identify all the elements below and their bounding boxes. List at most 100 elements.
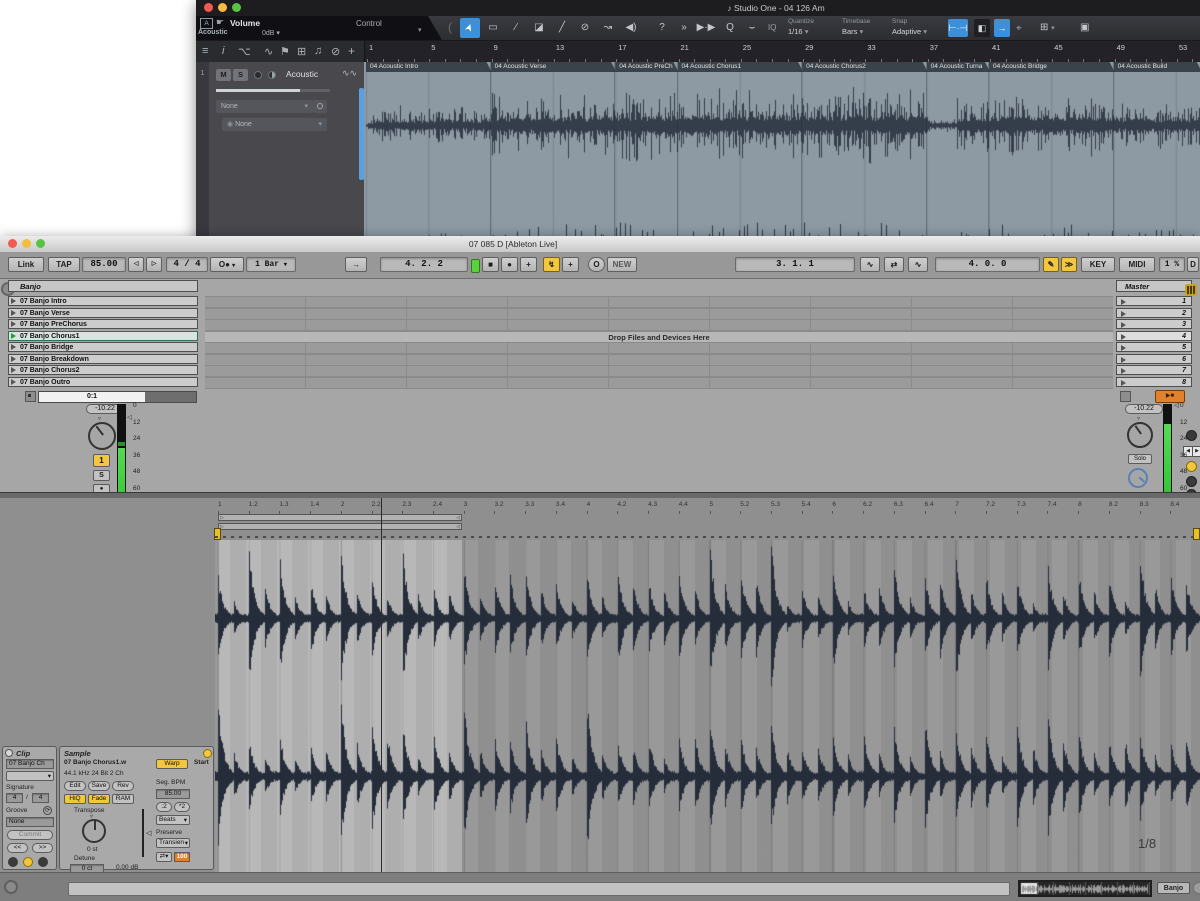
- sample-panel-toggle[interactable]: [23, 857, 33, 867]
- clip-play-icon[interactable]: [11, 379, 16, 385]
- start-end-brace[interactable]: ▷ ◁: [218, 523, 462, 530]
- input-select[interactable]: None▾: [216, 100, 313, 113]
- loop-button[interactable]: ⇄: [884, 257, 904, 272]
- quantization-menu[interactable]: 1 Bar ▾: [246, 257, 296, 272]
- resize-handle[interactable]: [1192, 881, 1200, 895]
- signature-numerator[interactable]: 4: [6, 793, 23, 803]
- clip-tab[interactable]: 04 Acoustic Turna: [927, 62, 990, 72]
- arrow-tool-button[interactable]: ➤: [460, 18, 480, 38]
- metronome-button[interactable]: O● ▾: [210, 257, 244, 272]
- sample-display-area[interactable]: [215, 540, 1200, 872]
- half-tempo-button[interactable]: :2: [156, 802, 172, 812]
- clip-slot[interactable]: 07 Banjo Intro: [8, 296, 198, 306]
- grid-value-label[interactable]: 1/8: [1138, 836, 1156, 851]
- transpose-knob[interactable]: [82, 819, 106, 843]
- ram-button[interactable]: RAM: [112, 794, 134, 804]
- clip-tab[interactable]: 04 Acoustic PreCh: [615, 62, 678, 72]
- loop-length-display[interactable]: 4. 0. 0: [935, 257, 1040, 272]
- snap-toggle-button[interactable]: ⊢·⊣: [948, 19, 968, 37]
- disable-icon[interactable]: ⊘: [331, 45, 340, 58]
- input-gain-button[interactable]: O: [313, 100, 327, 113]
- arrangement-position-display[interactable]: 4. 2. 2: [380, 257, 468, 272]
- scene-play-icon[interactable]: [1121, 368, 1126, 374]
- autoscroll-button[interactable]: →: [994, 19, 1010, 37]
- nudge-up-button[interactable]: ▷: [146, 257, 162, 272]
- mute-tool-button[interactable]: ⊘: [575, 18, 595, 38]
- session-record-button[interactable]: O: [588, 257, 605, 272]
- scene-play-icon[interactable]: [1121, 299, 1126, 305]
- clip-play-icon[interactable]: [11, 344, 16, 350]
- record-arm-button[interactable]: [254, 71, 262, 79]
- clip-play-icon[interactable]: [11, 333, 16, 339]
- add-track-icon[interactable]: +: [348, 44, 355, 58]
- timebase-group[interactable]: Timebase Bars ▾: [842, 17, 888, 39]
- scene-slot[interactable]: 1: [1116, 296, 1192, 306]
- draw-mode-button[interactable]: ✎: [1043, 257, 1059, 272]
- pitch-tool-button[interactable]: ⌣: [742, 18, 762, 38]
- split-tool-button[interactable]: ∕: [506, 18, 526, 38]
- warp-mode-select[interactable]: Beats▾: [156, 815, 190, 825]
- clip-color-menu[interactable]: ▾: [6, 771, 54, 781]
- sample-waveform[interactable]: [215, 540, 1200, 872]
- scene-play-icon[interactable]: [1121, 357, 1126, 363]
- tap-tempo-button[interactable]: TAP: [48, 257, 80, 272]
- clip-tab[interactable]: 04 Acoustic Chorus1: [678, 62, 804, 72]
- solo-button[interactable]: S: [233, 69, 248, 81]
- param-value[interactable]: 0dB ▾: [262, 29, 280, 37]
- range-tool-button[interactable]: ▭: [483, 18, 503, 38]
- groove-select[interactable]: None: [6, 817, 54, 827]
- scene-slot[interactable]: 2: [1116, 308, 1192, 318]
- track-status-badge[interactable]: Banjo: [1157, 882, 1190, 894]
- transient-loop-mode[interactable]: ⇄▾: [156, 852, 172, 862]
- gain-slider-handle[interactable]: ◁: [146, 829, 151, 837]
- clip-tab[interactable]: 04 Acoustic Intro: [366, 62, 492, 72]
- track-solo-button[interactable]: S: [93, 470, 110, 481]
- play-indicator[interactable]: [471, 259, 480, 273]
- clip-name-field[interactable]: 07 Banjo Ch: [6, 759, 54, 769]
- quantize-group[interactable]: Quantize 1/16 ▾: [788, 17, 836, 39]
- timeline-ruler[interactable]: 1591317212529333741454953: [364, 41, 1200, 63]
- scene-play-icon[interactable]: [1121, 345, 1126, 351]
- inspector-tab[interactable]: Control: [356, 19, 382, 28]
- returns-toggle[interactable]: [1186, 476, 1197, 487]
- loop-start-display[interactable]: 3. 1. 1: [735, 257, 855, 272]
- track-list-button[interactable]: ▣: [1080, 22, 1089, 33]
- session-grid-row[interactable]: [205, 319, 1113, 331]
- scene-slot[interactable]: 4: [1116, 331, 1192, 341]
- session-grid-row[interactable]: [205, 296, 1113, 308]
- play-from-button[interactable]: »: [674, 18, 694, 38]
- master-solo-button[interactable]: Solo: [1128, 454, 1152, 464]
- param-inspector[interactable]: A ☛ Volume Acoustic 0dB ▾ Control ▾: [196, 16, 442, 40]
- clip-tab[interactable]: 04 Acoustic Build: [1114, 62, 1200, 72]
- mute-button[interactable]: M: [216, 69, 231, 81]
- hiq-button[interactable]: HiQ: [64, 794, 86, 804]
- sample-gain-slider[interactable]: [142, 809, 144, 857]
- follow-button[interactable]: →: [345, 257, 367, 272]
- commit-button[interactable]: Commit: [7, 830, 53, 840]
- clip-tab[interactable]: 04 Acoustic Verse: [491, 62, 617, 72]
- clip-slot[interactable]: 07 Banjo Outro: [8, 377, 198, 387]
- edit-button[interactable]: Edit: [64, 781, 86, 791]
- beat-time-ruler[interactable]: 11.21.31.422.22.32.433.23.33.444.24.34.4…: [215, 500, 1200, 514]
- nudge-back-button[interactable]: <<: [7, 843, 28, 853]
- hot-swap-groove-icon[interactable]: ⟳: [43, 806, 52, 815]
- fade-button[interactable]: Fade: [88, 794, 110, 804]
- output-select[interactable]: ◉ None▾: [222, 118, 327, 131]
- key-map-button[interactable]: KEY: [1081, 257, 1115, 272]
- track-volume-knob[interactable]: [88, 422, 116, 450]
- stop-button[interactable]: ■: [482, 257, 499, 272]
- record-button[interactable]: ●: [501, 257, 518, 272]
- play-selection-button[interactable]: ▶·▶: [696, 18, 716, 38]
- timebase-value[interactable]: Bars ▾: [842, 26, 888, 37]
- list-icon[interactable]: ≡: [202, 45, 208, 57]
- time-signature-display[interactable]: 4 / 4: [166, 257, 208, 272]
- transients-select[interactable]: Transien▾: [156, 838, 190, 848]
- clip-overview-toggle[interactable]: [1185, 284, 1197, 296]
- wrench-icon[interactable]: ⌥: [238, 45, 251, 58]
- clip-slot[interactable]: 07 Banjo Breakdown: [8, 354, 198, 364]
- snap-group[interactable]: Snap Adaptive ▾: [892, 17, 944, 39]
- marker-flag-icon[interactable]: ⚑: [280, 45, 290, 58]
- clip-panel-toggle[interactable]: [8, 857, 18, 867]
- loop-brace[interactable]: ▷ ◁: [218, 514, 462, 521]
- follow-behavior-button[interactable]: ≫: [1061, 257, 1077, 272]
